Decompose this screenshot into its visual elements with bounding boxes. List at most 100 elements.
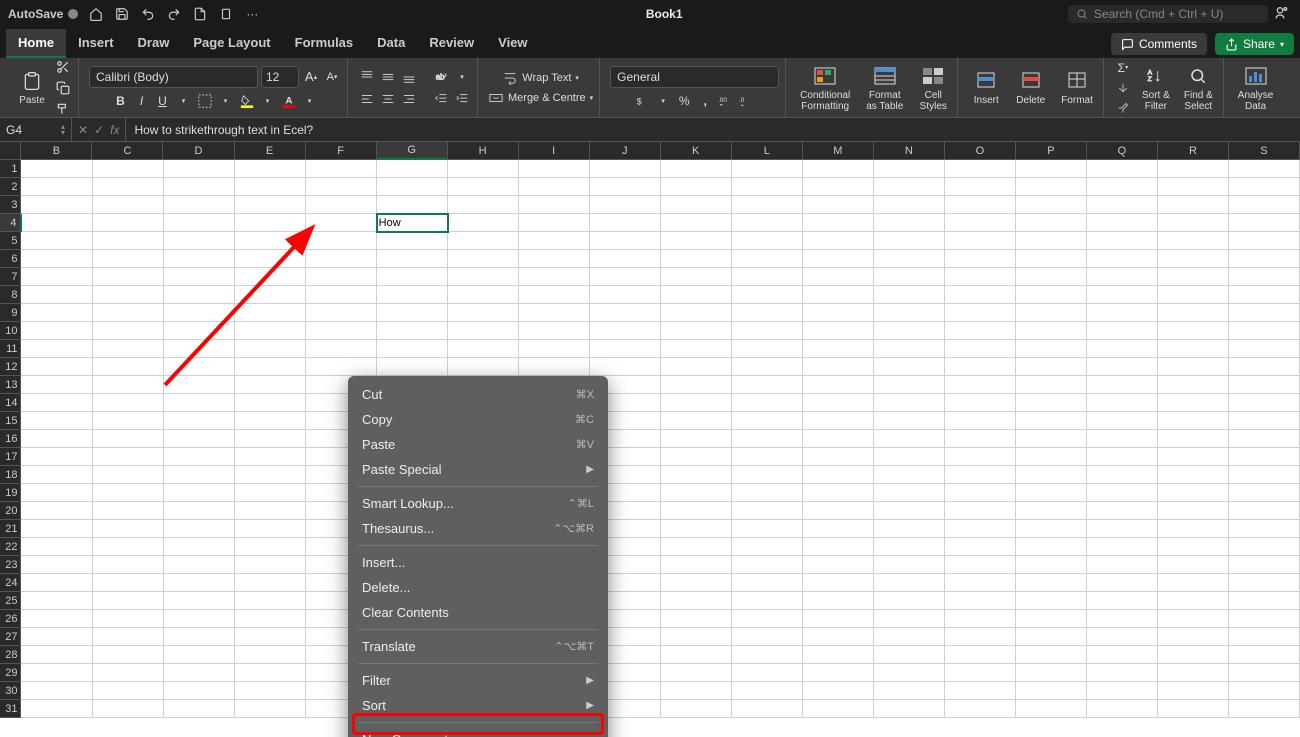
autosum-icon[interactable]: Σ▾ xyxy=(1114,59,1132,77)
cell[interactable] xyxy=(306,250,377,268)
cell[interactable] xyxy=(732,376,803,394)
cell[interactable] xyxy=(874,538,945,556)
cell[interactable] xyxy=(874,178,945,196)
cell[interactable] xyxy=(1229,682,1300,700)
cell[interactable] xyxy=(732,574,803,592)
cell[interactable] xyxy=(21,304,92,322)
cell[interactable] xyxy=(874,286,945,304)
cell[interactable] xyxy=(235,376,306,394)
menu-item-smart-lookup[interactable]: Smart Lookup...⌃⌘L xyxy=(348,491,608,516)
cell[interactable] xyxy=(1087,538,1158,556)
cell[interactable] xyxy=(1087,214,1158,232)
cell[interactable] xyxy=(93,286,164,304)
cell[interactable] xyxy=(377,196,448,214)
cell[interactable] xyxy=(1087,448,1158,466)
cell[interactable] xyxy=(1087,610,1158,628)
cell[interactable] xyxy=(803,358,874,376)
cell[interactable] xyxy=(661,304,732,322)
delete-cells-button[interactable]: Delete xyxy=(1012,67,1049,108)
chevron-down-icon[interactable]: ▾ xyxy=(654,92,672,110)
cell[interactable] xyxy=(732,358,803,376)
chevron-down-icon[interactable]: ▾ xyxy=(301,92,319,110)
cell[interactable] xyxy=(164,430,235,448)
chevron-down-icon[interactable]: ▾ xyxy=(259,92,277,110)
cell[interactable] xyxy=(21,682,92,700)
paste-button[interactable]: Paste xyxy=(14,67,50,108)
cell[interactable] xyxy=(945,574,1016,592)
undo-icon[interactable] xyxy=(140,6,156,22)
row-header[interactable]: 9 xyxy=(0,304,21,322)
cell[interactable] xyxy=(93,232,164,250)
cell[interactable] xyxy=(21,250,92,268)
cell[interactable] xyxy=(93,196,164,214)
column-header[interactable]: J xyxy=(590,142,661,160)
decrease-decimal-icon[interactable]: .0 xyxy=(738,92,756,110)
cell[interactable] xyxy=(1016,394,1087,412)
cell[interactable] xyxy=(306,322,377,340)
cell[interactable] xyxy=(1087,430,1158,448)
format-cells-button[interactable]: Format xyxy=(1057,67,1097,108)
cell[interactable] xyxy=(1229,700,1300,718)
row-header[interactable]: 4 xyxy=(0,214,22,232)
cell[interactable] xyxy=(661,610,732,628)
cell[interactable] xyxy=(732,340,803,358)
row-header[interactable]: 2 xyxy=(0,178,21,196)
cell[interactable] xyxy=(732,430,803,448)
bold-icon[interactable]: B xyxy=(112,92,130,110)
cell[interactable] xyxy=(1158,700,1229,718)
chevron-down-icon[interactable]: ▾ xyxy=(217,92,235,110)
cell[interactable] xyxy=(519,250,590,268)
cell[interactable] xyxy=(93,376,164,394)
column-header[interactable]: Q xyxy=(1087,142,1158,160)
cell[interactable] xyxy=(235,466,306,484)
cell[interactable] xyxy=(803,232,874,250)
number-format-select[interactable] xyxy=(610,66,779,88)
cell[interactable] xyxy=(235,340,306,358)
chevron-down-icon[interactable]: ▾ xyxy=(453,68,471,86)
cell[interactable] xyxy=(661,700,732,718)
tab-view[interactable]: View xyxy=(486,29,539,58)
cell[interactable] xyxy=(1229,466,1300,484)
cell[interactable] xyxy=(93,556,164,574)
cell[interactable] xyxy=(1016,340,1087,358)
tab-insert[interactable]: Insert xyxy=(66,29,125,58)
cell[interactable] xyxy=(945,160,1016,178)
cell[interactable] xyxy=(21,430,92,448)
print-icon[interactable] xyxy=(218,6,234,22)
cell[interactable] xyxy=(803,394,874,412)
cell[interactable] xyxy=(164,502,235,520)
row-header[interactable]: 17 xyxy=(0,448,21,466)
decrease-font-icon[interactable]: A▾ xyxy=(323,68,341,86)
cell[interactable] xyxy=(448,304,519,322)
cell[interactable] xyxy=(661,628,732,646)
cell[interactable] xyxy=(93,664,164,682)
cell[interactable] xyxy=(803,322,874,340)
cell[interactable] xyxy=(803,214,874,232)
format-painter-icon[interactable] xyxy=(54,100,72,118)
cell[interactable] xyxy=(803,520,874,538)
cell[interactable] xyxy=(235,682,306,700)
cell[interactable] xyxy=(1229,358,1300,376)
cell[interactable] xyxy=(661,682,732,700)
cell[interactable] xyxy=(803,268,874,286)
cell[interactable] xyxy=(448,250,519,268)
autosave-toggle[interactable]: AutoSave xyxy=(8,7,78,21)
cell[interactable] xyxy=(1016,430,1087,448)
cell[interactable] xyxy=(93,448,164,466)
cell[interactable] xyxy=(661,502,732,520)
cell[interactable] xyxy=(803,646,874,664)
cell[interactable] xyxy=(1158,376,1229,394)
cell[interactable] xyxy=(803,178,874,196)
cell[interactable] xyxy=(164,700,235,718)
cell[interactable] xyxy=(1016,286,1087,304)
cell[interactable] xyxy=(21,394,92,412)
cell[interactable] xyxy=(1158,520,1229,538)
cell[interactable] xyxy=(945,664,1016,682)
cell[interactable] xyxy=(235,448,306,466)
cell[interactable] xyxy=(1229,214,1300,232)
cell[interactable] xyxy=(1087,268,1158,286)
cell[interactable] xyxy=(874,430,945,448)
cell[interactable] xyxy=(803,196,874,214)
column-header[interactable]: P xyxy=(1016,142,1087,160)
row-header[interactable]: 7 xyxy=(0,268,21,286)
